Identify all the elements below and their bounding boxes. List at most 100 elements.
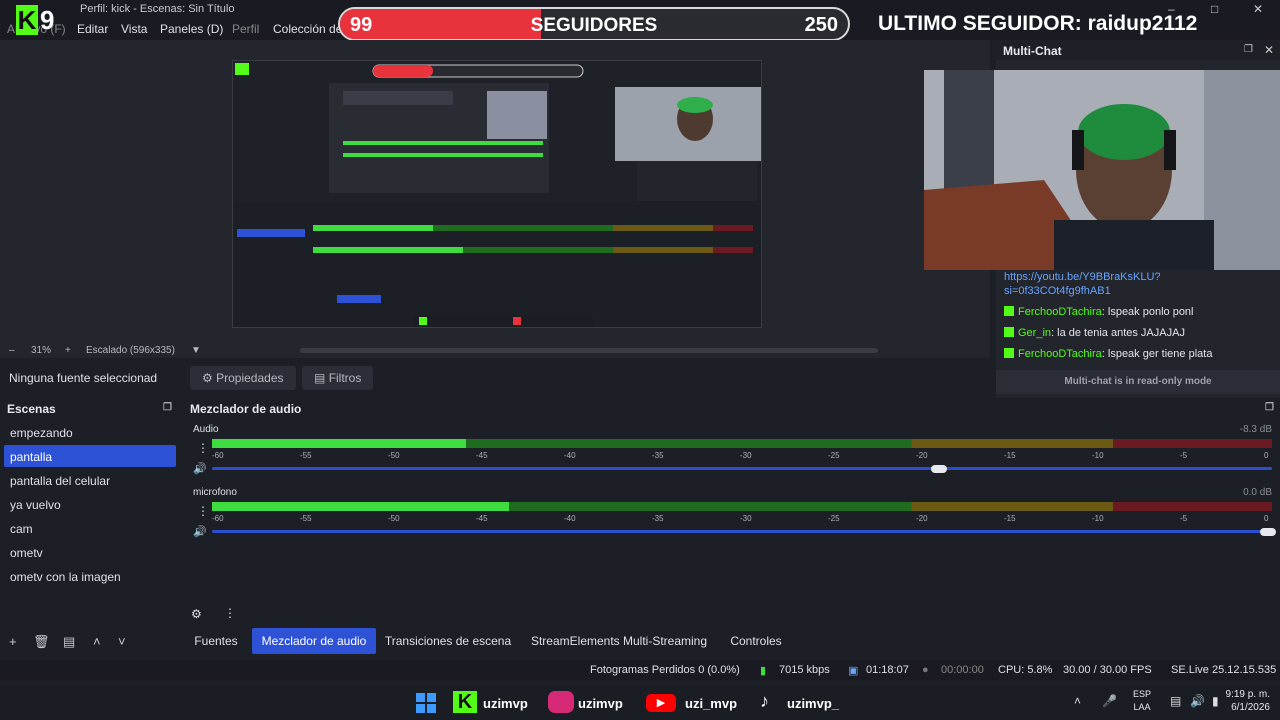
window-title: Perfil: kick - Escenas: Sin Título: [80, 3, 235, 15]
maximize-icon[interactable]: □: [1211, 2, 1218, 16]
dropped-frames: Fotogramas Perdidos 0 (0.0%): [590, 664, 740, 676]
float-dock-icon[interactable]: ❐: [1244, 44, 1253, 55]
windows-start-icon[interactable]: [416, 693, 436, 715]
channel-menu-icon[interactable]: ⋮: [197, 441, 209, 455]
db-tick-label: -55: [300, 451, 312, 460]
close-dock-icon[interactable]: ✕: [1264, 43, 1274, 57]
mixer-menu-icon[interactable]: ⋮: [224, 606, 236, 620]
menu-docks[interactable]: Paneles (D): [160, 22, 223, 36]
db-tick-label: -10: [1092, 451, 1104, 460]
db-tick-label: -20: [916, 451, 928, 460]
add-scene-icon[interactable]: +: [9, 634, 17, 649]
db-tick-label: 0: [1264, 451, 1269, 460]
kick-k: K: [16, 5, 38, 35]
tab-sources[interactable]: Fuentes: [188, 628, 244, 654]
tiktok-icon[interactable]: ♪: [760, 691, 782, 713]
language-indicator[interactable]: ESP LAA: [1133, 688, 1151, 714]
scene-item[interactable]: ya vuelvo: [4, 493, 176, 515]
db-tick-label: -50: [388, 514, 400, 523]
signal-icon: ▮: [760, 665, 767, 677]
system-clock[interactable]: 9:19 p. m. 6/1/2026: [1226, 688, 1270, 714]
volume-slider[interactable]: [212, 467, 1272, 470]
zoom-in-icon[interactable]: +: [65, 345, 71, 356]
delete-scene-icon[interactable]: 🗑: [33, 634, 50, 650]
tab-audio-mixer[interactable]: Mezclador de audio: [252, 628, 376, 654]
kick-badge-icon: [1004, 306, 1014, 316]
battery-icon[interactable]: ▮: [1212, 694, 1219, 716]
zoom-out-icon[interactable]: –: [9, 345, 15, 356]
webcam-image: [924, 70, 1280, 270]
filters-label: Filtros: [328, 371, 362, 385]
tab-streamelements[interactable]: StreamElements Multi-Streaming: [524, 628, 714, 654]
scale-dropdown-icon[interactable]: ▼: [191, 345, 201, 356]
volume-slider[interactable]: [212, 530, 1272, 533]
float-dock-icon[interactable]: ❐: [163, 402, 172, 413]
scene-item[interactable]: empezando: [4, 421, 176, 443]
follower-count: 99: [350, 14, 373, 36]
follower-goal-bar: SEGUIDORES 99 250: [338, 7, 850, 41]
status-bar: Fotogramas Perdidos 0 (0.0%) ▮ 7015 kbps…: [0, 660, 1280, 680]
scene-item[interactable]: pantalla del celular: [4, 469, 176, 491]
rec-time: 00:00:00: [941, 664, 984, 676]
chat-user: Ger_in: [1018, 327, 1052, 339]
multichat-readonly-notice: Multi-chat is in read-only mode: [996, 370, 1280, 394]
channel-menu-icon[interactable]: ⋮: [197, 504, 209, 518]
instagram-icon[interactable]: [548, 691, 574, 713]
app-version: SE.Live 25.12.15.535: [1171, 664, 1277, 676]
scenes-header: Escenas ❐: [0, 400, 180, 418]
nested-preview-capture: [232, 60, 762, 328]
move-up-icon[interactable]: ˄: [93, 634, 101, 649]
volume-handle[interactable]: [931, 465, 948, 473]
kick-icon[interactable]: K: [453, 691, 477, 713]
scene-item[interactable]: cam: [4, 517, 176, 539]
db-tick-label: 0: [1264, 514, 1269, 523]
youtube-icon[interactable]: ▶: [646, 694, 676, 712]
network-icon[interactable]: ▤: [1170, 694, 1181, 716]
speaker-icon[interactable]: 🔊: [193, 462, 207, 475]
volume-handle[interactable]: [1260, 528, 1276, 536]
scene-item[interactable]: ometv: [4, 541, 176, 563]
scene-item-active[interactable]: pantalla: [4, 445, 176, 467]
nested-preview-art: [233, 61, 761, 327]
tab-scene-transitions[interactable]: Transiciones de escena: [382, 628, 514, 654]
filters-button[interactable]: ▤ Filtros: [302, 366, 374, 390]
volume-icon[interactable]: 🔊: [1190, 694, 1205, 716]
social-handle: uzimvp_: [787, 696, 840, 711]
multichat-title: Multi-Chat: [1003, 44, 1062, 58]
db-tick-label: -15: [1004, 451, 1016, 460]
tray-chevron-icon[interactable]: ˄: [1074, 694, 1081, 716]
db-tick-label: -35: [652, 514, 664, 523]
scene-item[interactable]: ometv con la imagen: [4, 565, 176, 587]
mixer-header: Mezclador de audio ❐: [184, 400, 1280, 418]
language-region: LAA: [1133, 702, 1151, 712]
clock-time: 9:19 p. m.: [1225, 689, 1270, 700]
chat-link[interactable]: https://youtu.be/Y9BBraKsKLU?si=0f33COt4…: [1004, 270, 1264, 298]
follower-goal: 250: [804, 14, 838, 36]
menu-edit[interactable]: Editar: [77, 22, 108, 36]
db-tick-label: -60: [212, 451, 224, 460]
mic-icon[interactable]: 🎤: [1102, 694, 1117, 716]
float-dock-icon[interactable]: ❐: [1265, 402, 1274, 413]
properties-button[interactable]: ⚙ Propiedades: [190, 366, 296, 390]
speaker-icon[interactable]: 🔊: [193, 525, 207, 538]
chat-text: : lspeak ger tiene plata: [1101, 348, 1213, 360]
close-icon[interactable]: ✕: [1253, 2, 1263, 16]
tab-controls[interactable]: Controles: [724, 628, 788, 654]
menu-view[interactable]: Vista: [121, 22, 147, 36]
chat-message: FerchooDTachira: lspeak ger tiene plata: [1004, 348, 1212, 360]
mixer-title: Mezclador de audio: [190, 402, 302, 416]
preview-scrollbar[interactable]: [300, 348, 878, 353]
menu-profile[interactable]: Perfil: [232, 22, 259, 36]
move-down-icon[interactable]: ˅: [118, 634, 126, 649]
channel-name: Audio: [193, 424, 219, 435]
mixer-settings-icon[interactable]: ⚙: [191, 607, 202, 621]
filter-icon: ▤: [314, 371, 326, 385]
audio-mixer: [184, 418, 1280, 630]
kick-logo: K 9: [16, 5, 60, 37]
db-tick-label: -55: [300, 514, 312, 523]
filter-icon[interactable]: ▤: [63, 634, 75, 650]
no-source-label: Ninguna fuente seleccionad: [9, 371, 158, 385]
zoom-level: 31%: [31, 345, 52, 356]
db-scale: -60 -55 -50 -45 -40 -35 -30 -25 -20 -15 -10 -5 0: [212, 514, 1272, 524]
bitrate: 7015 kbps: [779, 664, 830, 676]
